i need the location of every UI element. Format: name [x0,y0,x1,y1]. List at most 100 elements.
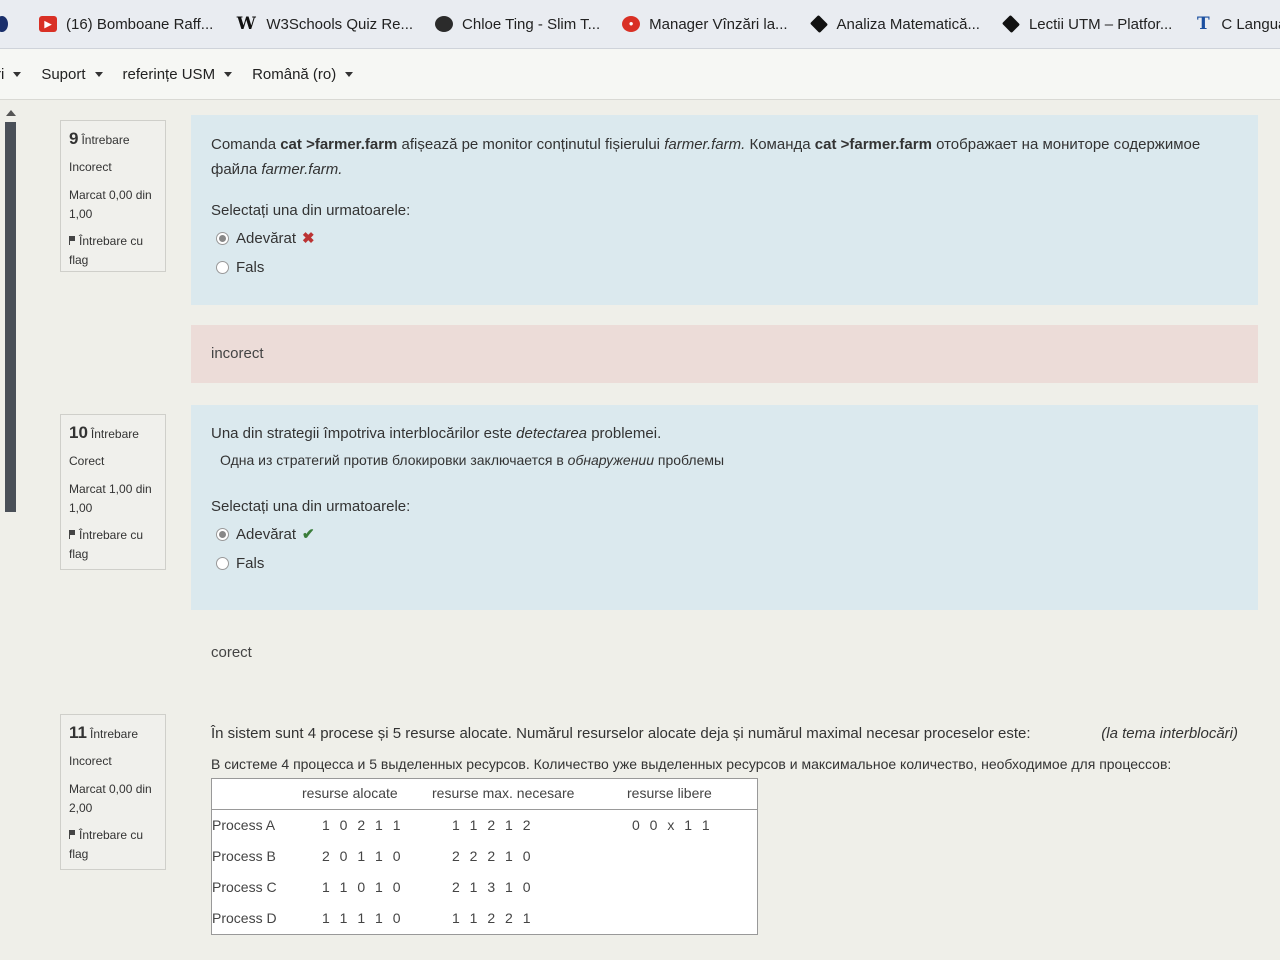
question-content-10: Una din strategii împotriva interblocări… [191,405,1258,610]
question-grade: Marcat 0,00 din 1,00 [69,188,152,221]
radio-button[interactable] [216,231,229,245]
bookmark-label: W3Schools Quiz Re... [266,15,414,33]
nav-label: Română (ro) [252,65,337,83]
text-t-icon: T [1197,14,1210,34]
question-state: Incorect [69,754,112,768]
bookmark-c-language[interactable]: T C Languag [1194,16,1280,33]
allocated-cell: 1 1 1 1 0 [322,910,404,926]
process-name: Process D [212,910,277,926]
allocated-cell: 1 1 0 1 0 [322,879,404,895]
question-grade: Marcat 1,00 din 1,00 [69,482,152,515]
question-number: 10 Întrebare [69,423,139,442]
site-navbar: ri Suport referințe USM Română (ro) [0,49,1280,100]
nav-item-language[interactable]: Română (ro) [252,65,354,83]
answer-prompt: Selectați una din urmatoarele: [211,202,411,219]
column-header: resurse max. necesare [422,778,617,810]
bookmark-label: C Languag [1221,15,1280,33]
question-content-9: Comanda cat >farmer.farm afișează pe mon… [191,115,1258,305]
allocated-cell: 2 0 1 1 0 [322,848,404,864]
nav-item-partial[interactable]: ri [0,66,22,83]
flag-icon [69,530,75,539]
process-name: Process B [212,848,276,864]
question-text-ro: În sistem sunt 4 procese și 5 resurse al… [211,725,1238,742]
chevron-down-icon [94,71,103,77]
bookmark-label: Manager Vînzări la... [649,15,788,33]
question-info-10: 10 Întrebare Corect Marcat 1,00 din 1,00 … [60,414,166,570]
chevron-down-icon [224,71,233,77]
chevron-down-icon [345,71,354,77]
free-resources-cell [617,872,758,903]
max-needed-cell: 2 2 2 1 0 [452,848,534,864]
table-row: Process B 2 0 1 1 0 2 2 2 1 0 [212,841,758,872]
flag-question-link[interactable]: Întrebare cu flag [69,232,165,270]
free-resources-cell [617,841,758,872]
flag-icon [69,830,75,839]
bookmark-w3schools[interactable]: W W3Schools Quiz Re... [235,16,413,33]
bookmark-youtube[interactable]: ▶ (16) Bomboane Raff... [39,16,213,33]
column-header: resurse libere [617,778,758,810]
question-text-ro: Una din strategii împotriva interblocări… [211,425,662,442]
max-needed-cell: 1 1 2 1 2 [452,817,534,833]
nav-item-referinte[interactable]: referințe USM [123,66,233,83]
process-name: Process A [212,817,276,833]
question-number: 9 Întrebare [69,129,130,148]
question-content-11: În sistem sunt 4 procese și 5 resurse al… [191,705,1258,960]
question-info-11: 11 Întrebare Incorect Marcat 0,00 din 2,0… [60,714,166,870]
youtube-icon: ▶ [39,16,57,32]
graduation-cap-icon [809,14,828,34]
question-text: Comanda cat >farmer.farm afișează pe mon… [211,136,1201,178]
scrollbar-thumb[interactable] [5,122,16,512]
table-row: Process D 1 1 1 1 0 1 1 2 2 1 [212,903,758,935]
free-resources-cell: 0 0 x 1 1 [632,817,713,833]
bookmark-analiza[interactable]: Analiza Matematică... [809,14,980,34]
table-header-row: resurse alocate resurse max. necesare re… [211,778,758,810]
question-grade: Marcat 0,00 din 2,00 [69,782,152,815]
bookmark-label: Lectii UTM – Platfor... [1028,15,1173,33]
bookmark-partial[interactable] [0,16,17,32]
topic-note: (la tema interblocări) [1101,725,1238,742]
avatar-icon [435,16,454,32]
question-state: Incorect [69,160,112,174]
nav-item-suport[interactable]: Suport [41,65,103,83]
incorrect-icon: ✖ [302,230,315,247]
bookmark-label: Analiza Matematică... [836,15,980,33]
question-number: 11 Întrebare [69,723,139,742]
graduation-cap-icon [1001,14,1020,34]
option-fals[interactable]: Fals [216,555,1238,572]
flag-question-link[interactable]: Întrebare cu flag [69,526,165,564]
radio-button[interactable] [216,527,229,541]
option-fals[interactable]: Fals [216,259,1238,276]
bookmarks-bar: ▶ (16) Bomboane Raff... W W3Schools Quiz R… [0,0,1280,49]
question-info-9: 9 Întrebare Incorect Marcat 0,00 din 1,00… [60,120,166,272]
page-scrollbar[interactable] [4,106,18,512]
chevron-down-icon [13,71,22,77]
nav-label: Suport [41,65,86,83]
question-text-ru: Одна из стратегий против блокировки закл… [220,452,725,468]
table-row: Process C 1 1 0 1 0 2 1 3 1 0 [212,872,758,903]
radio-button[interactable] [216,261,229,274]
option-adevarat[interactable]: Adevărat ✖ [216,229,1238,247]
option-adevarat[interactable]: Adevărat ✔ [216,525,1238,543]
max-needed-cell: 2 1 3 1 0 [452,879,534,895]
max-needed-cell: 1 1 2 2 1 [452,910,534,926]
search-pin-icon: ● [622,16,641,32]
process-name: Process C [212,879,277,895]
correct-icon: ✔ [302,526,315,543]
flag-question-link[interactable]: Întrebare cu flag [69,826,165,864]
bookmark-manager[interactable]: ● Manager Vînzări la... [622,15,788,33]
flag-icon [69,236,75,245]
column-header [211,778,292,810]
table-row: Process A 1 0 2 1 1 1 1 2 1 2 0 0 x 1 1 [212,810,758,842]
bookmark-lectii-utm[interactable]: Lectii UTM – Platfor... [1001,14,1173,34]
scroll-up-icon[interactable] [6,110,16,116]
bookmark-label: Chloe Ting - Slim T... [462,15,601,33]
column-header: resurse alocate [292,778,422,810]
feedback-9: incorect [191,325,1258,383]
bookmark-chloe-ting[interactable]: Chloe Ting - Slim T... [435,16,600,33]
question-text-ru: В системе 4 процесса и 5 выделенных ресу… [211,756,1172,772]
feedback-10: corect [191,625,1258,680]
answer-prompt: Selectați una din urmatoarele: [211,498,411,515]
question-state: Corect [69,454,105,468]
radio-button[interactable] [216,557,229,570]
bookmark-icon [0,16,8,32]
